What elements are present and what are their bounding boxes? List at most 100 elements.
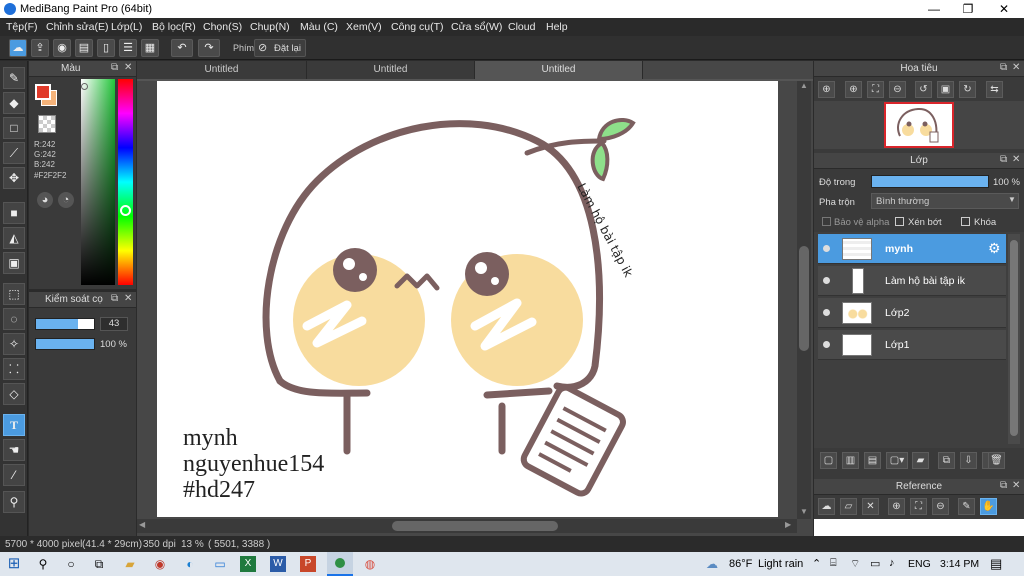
zoom-in-alt-icon[interactable]: ⊕ (845, 81, 862, 98)
ref-zoom-out-icon[interactable]: ⊖ (932, 498, 949, 515)
menu-layer[interactable]: Lớp(L) (111, 21, 142, 33)
magic-wand-icon[interactable]: ✧ (3, 333, 25, 355)
bucket-icon[interactable]: ◭ (3, 227, 25, 249)
scroll-up-icon[interactable]: ▲ (799, 81, 809, 91)
list-icon[interactable]: ☰ (119, 39, 137, 57)
clock[interactable]: 3:14 PM (940, 558, 979, 570)
flip-icon[interactable]: ⇆ (986, 81, 1003, 98)
undo-icon[interactable]: ↶ (171, 39, 193, 57)
lock-checkbox[interactable] (961, 217, 970, 226)
saturation-value-picker[interactable] (81, 79, 115, 285)
menu-file[interactable]: Tệp(F) (6, 21, 38, 33)
brush-size-value[interactable]: 43 (100, 317, 128, 331)
new-layer-icon[interactable]: ▢ (820, 452, 837, 469)
popout-icon[interactable]: ⧉ (1000, 480, 1007, 491)
move-icon[interactable]: ✥ (3, 167, 25, 189)
close-panel-icon[interactable]: ✕ (1012, 154, 1020, 165)
brush-size-slider[interactable] (35, 318, 95, 330)
cloud-download-icon[interactable]: ☁ (818, 498, 835, 515)
gear-icon[interactable]: ⚙ (988, 240, 1001, 257)
maximize-button[interactable]: ❐ (950, 0, 986, 18)
chrome-icon[interactable]: ◍ (360, 554, 380, 574)
excel-icon[interactable]: X (240, 556, 256, 572)
volume-icon[interactable]: ♪ (889, 557, 895, 569)
visibility-icon[interactable] (823, 309, 830, 316)
duplicate-icon[interactable]: ⧉ (938, 452, 955, 469)
task-view-icon[interactable]: ⧉ (89, 554, 109, 574)
layer-row-mynh[interactable]: mynh ⚙ (818, 234, 1006, 264)
horizontal-scrollbar[interactable]: ◀ ▶ (137, 519, 797, 533)
windows-start-icon[interactable]: ⊞ (4, 554, 24, 574)
scroll-down-icon[interactable]: ▼ (799, 507, 809, 517)
reset-button[interactable]: ⊘ Đặt lại (254, 39, 306, 57)
layer-opacity-slider[interactable] (871, 175, 989, 188)
hand-icon[interactable]: ☚ (3, 439, 25, 461)
vertical-scroll-thumb[interactable] (799, 246, 809, 351)
minimize-button[interactable]: — (916, 0, 952, 18)
word-icon[interactable]: W (270, 556, 286, 572)
popout-icon[interactable]: ⧉ (111, 62, 118, 73)
menu-cloud[interactable]: Cloud (508, 21, 535, 33)
comment-icon[interactable]: ◉ (53, 39, 71, 57)
cortana-icon[interactable]: ○ (61, 554, 81, 574)
wifi-icon[interactable]: ⌔ (850, 557, 860, 571)
select-rect-icon[interactable]: ⬚ (3, 283, 25, 305)
select-pen-icon[interactable]: ⸬ (3, 358, 25, 380)
fill-shape-icon[interactable]: ■ (3, 202, 25, 224)
notification-icon[interactable]: ▤ (990, 556, 1002, 572)
rotate-right-icon[interactable]: ↻ (959, 81, 976, 98)
select-eraser-icon[interactable]: ◇ (3, 383, 25, 405)
hue-slider-handle[interactable] (120, 205, 131, 216)
menu-help[interactable]: Help (546, 21, 568, 33)
document-icon[interactable]: ▯ (97, 39, 115, 57)
sv-picker-cursor[interactable] (81, 83, 88, 90)
visibility-icon[interactable] (823, 245, 830, 252)
ref-zoom-in-icon[interactable]: ⊕ (888, 498, 905, 515)
close-button[interactable]: ✕ (986, 0, 1022, 18)
menu-edit[interactable]: Chỉnh sửa(E) (46, 21, 108, 33)
popout-icon[interactable]: ⧉ (1000, 62, 1007, 73)
transparent-swatch[interactable] (38, 115, 56, 133)
blend-mode-select[interactable]: Bình thường ▼ (871, 193, 1019, 209)
grid-icon[interactable]: ▦ (141, 39, 159, 57)
cloud-icon[interactable]: ☁ (9, 39, 27, 57)
new-8bit-layer-icon[interactable]: ▤ (864, 452, 881, 469)
palette-icon[interactable]: ◕ (37, 192, 53, 208)
network-icon[interactable]: ⌸ (830, 557, 837, 570)
menu-select[interactable]: Chọn(S) (203, 21, 242, 33)
ref-fit-icon[interactable]: ⛶ (910, 498, 927, 515)
clipping-checkbox[interactable] (895, 217, 904, 226)
eraser-icon[interactable]: ◆ (3, 92, 25, 114)
file-explorer-icon[interactable]: ▰ (120, 554, 140, 574)
doc-tab-3[interactable]: Untitled (475, 61, 643, 79)
doc-tab-2[interactable]: Untitled (307, 61, 475, 79)
layer-row-lam-ho[interactable]: Làm hộ bài tập ik (818, 266, 1006, 296)
scroll-left-icon[interactable]: ◀ (139, 520, 145, 529)
redo-icon[interactable]: ↷ (198, 39, 220, 57)
horizontal-scroll-thumb[interactable] (392, 521, 558, 531)
rotate-left-icon[interactable]: ↺ (915, 81, 932, 98)
fit-icon[interactable]: ⛶ (867, 81, 884, 98)
add-layer-menu-icon[interactable]: ▢▾ (886, 452, 908, 469)
merge-down-icon[interactable]: ⇩ (960, 452, 977, 469)
hue-slider[interactable] (118, 79, 133, 285)
close-reference-icon[interactable]: ✕ (862, 498, 879, 515)
ref-eyedropper-icon[interactable]: ✎ (958, 498, 975, 515)
popout-icon[interactable]: ⧉ (111, 293, 118, 304)
layer-scrollbar[interactable] (1008, 234, 1020, 444)
eyedropper-icon[interactable]: ⚲ (3, 491, 25, 513)
brush-icon[interactable]: ✎ (3, 67, 25, 89)
layer-row-lop1[interactable]: Lớp1 (818, 330, 1006, 360)
visibility-icon[interactable] (823, 341, 830, 348)
rectangle-icon[interactable]: □ (3, 117, 25, 139)
close-panel-icon[interactable]: ✕ (1012, 480, 1020, 491)
weather-temp[interactable]: 86°F (729, 558, 752, 570)
chevron-up-icon[interactable]: ⌃ (812, 557, 821, 570)
close-panel-icon[interactable]: ✕ (124, 62, 132, 73)
close-panel-icon[interactable]: ✕ (1012, 62, 1020, 73)
scroll-right-icon[interactable]: ▶ (785, 520, 791, 529)
battery-icon[interactable]: ▭ (870, 557, 880, 570)
layer-row-lop2[interactable]: Lớp2 (818, 298, 1006, 328)
fullscreen-icon[interactable]: ▣ (937, 81, 954, 98)
menu-view[interactable]: Xem(V) (346, 21, 382, 33)
